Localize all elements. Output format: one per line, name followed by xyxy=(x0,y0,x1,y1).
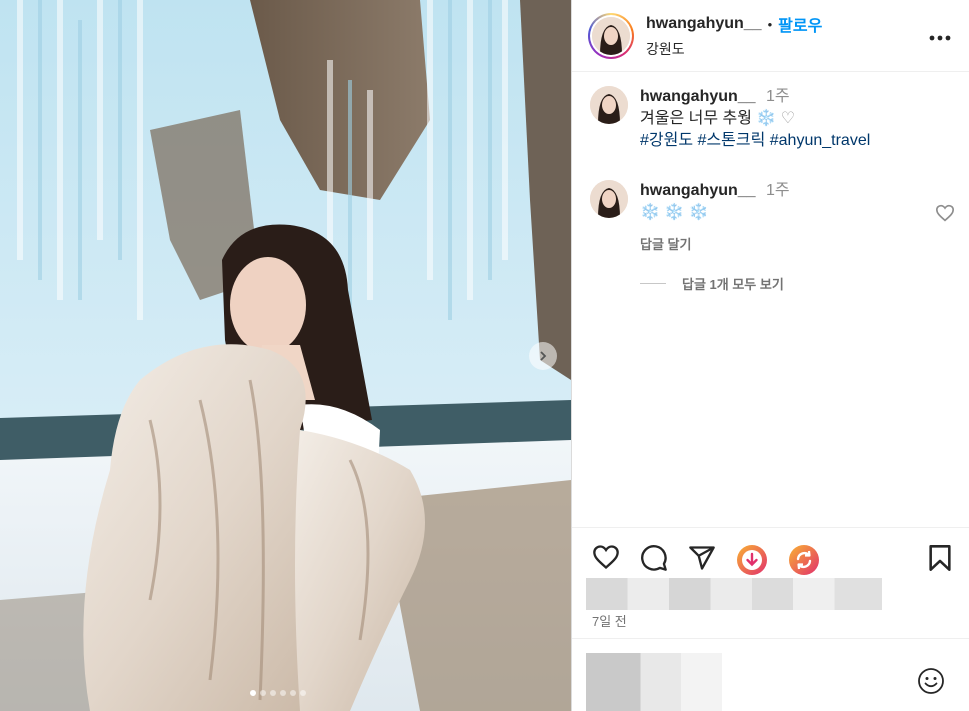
carousel-dots xyxy=(250,690,306,696)
bookmark-button[interactable] xyxy=(928,544,952,577)
comment-username[interactable]: hwangahyun__ xyxy=(640,182,756,199)
add-comment-area[interactable] xyxy=(572,638,969,711)
heart-icon xyxy=(935,204,955,222)
comment-text: ❄️ ❄️ ❄️ xyxy=(640,204,709,221)
heart-emoji-icon: ♡ xyxy=(780,110,796,127)
comment-row: hwangahyun__ 1주 ❄️ ❄️ ❄️ 답글 달기 xyxy=(590,180,790,256)
follow-button[interactable]: 팔로우 xyxy=(778,12,822,36)
caption-time[interactable]: 1주 xyxy=(766,88,790,105)
carousel-dot xyxy=(290,690,296,696)
download-icon xyxy=(737,545,767,575)
action-bar: 7일 전 xyxy=(572,527,969,711)
carousel-dot xyxy=(260,690,266,696)
avatar[interactable] xyxy=(590,86,628,124)
view-replies-button[interactable]: 답글 1개 모두 보기 xyxy=(640,274,784,293)
post-photo[interactable] xyxy=(0,0,571,711)
carousel-dot xyxy=(280,690,286,696)
avatar-image xyxy=(590,180,628,218)
post-panel: hwangahyun__ • 팔로우 강원도 hwangahyun__ 1주 겨… xyxy=(571,0,969,711)
bookmark-icon xyxy=(929,545,951,571)
carousel-dot xyxy=(270,690,276,696)
header-username[interactable]: hwangahyun__ xyxy=(646,15,762,33)
comment-like-button[interactable] xyxy=(935,204,955,227)
carousel-dot xyxy=(300,690,306,696)
photo-image xyxy=(0,0,571,711)
reply-button[interactable]: 답글 달기 xyxy=(640,234,790,256)
snowflake-icon: ❄️ xyxy=(756,110,777,127)
refresh-icon xyxy=(789,545,819,575)
share-icon xyxy=(689,546,715,570)
caption-text: 겨울은 너무 추웡 xyxy=(640,110,752,127)
avatar-image xyxy=(592,16,630,55)
hashtag-link[interactable]: #ahyun_travel xyxy=(770,132,871,149)
likes-summary-blurred xyxy=(586,578,882,610)
heart-icon xyxy=(593,545,619,570)
blurred-input-area xyxy=(586,653,722,711)
next-slide-button[interactable] xyxy=(529,342,557,370)
emoji-button[interactable] xyxy=(917,667,945,700)
comment-icon xyxy=(641,545,667,571)
divider xyxy=(640,283,666,284)
avatar[interactable] xyxy=(590,180,628,218)
location-link[interactable]: 강원도 xyxy=(646,39,822,59)
hashtag-link[interactable]: #강원도 xyxy=(640,132,693,149)
comment-button[interactable] xyxy=(640,544,668,577)
comment-time[interactable]: 1주 xyxy=(766,182,790,199)
download-button[interactable] xyxy=(736,544,768,581)
caption-username[interactable]: hwangahyun__ xyxy=(640,88,756,105)
emoji-icon xyxy=(918,668,944,694)
like-button[interactable] xyxy=(592,544,620,575)
chevron-right-icon xyxy=(540,351,547,361)
caption-row: hwangahyun__ 1주 겨울은 너무 추웡 ❄️ ♡ #강원도 #스톤크… xyxy=(590,86,870,152)
avatar-image xyxy=(590,86,628,124)
post-header: hwangahyun__ • 팔로우 강원도 xyxy=(572,0,969,72)
more-icon[interactable] xyxy=(929,24,951,44)
share-button[interactable] xyxy=(688,544,716,577)
post-date[interactable]: 7일 전 xyxy=(592,611,627,630)
separator-dot: • xyxy=(767,16,773,32)
more-options-button[interactable] xyxy=(929,35,951,41)
repost-button[interactable] xyxy=(788,544,820,581)
hashtag-link[interactable]: #스톤크릭 xyxy=(698,132,766,149)
avatar[interactable] xyxy=(588,12,634,59)
view-replies-label: 답글 1개 모두 보기 xyxy=(682,277,784,292)
carousel-dot xyxy=(250,690,256,696)
